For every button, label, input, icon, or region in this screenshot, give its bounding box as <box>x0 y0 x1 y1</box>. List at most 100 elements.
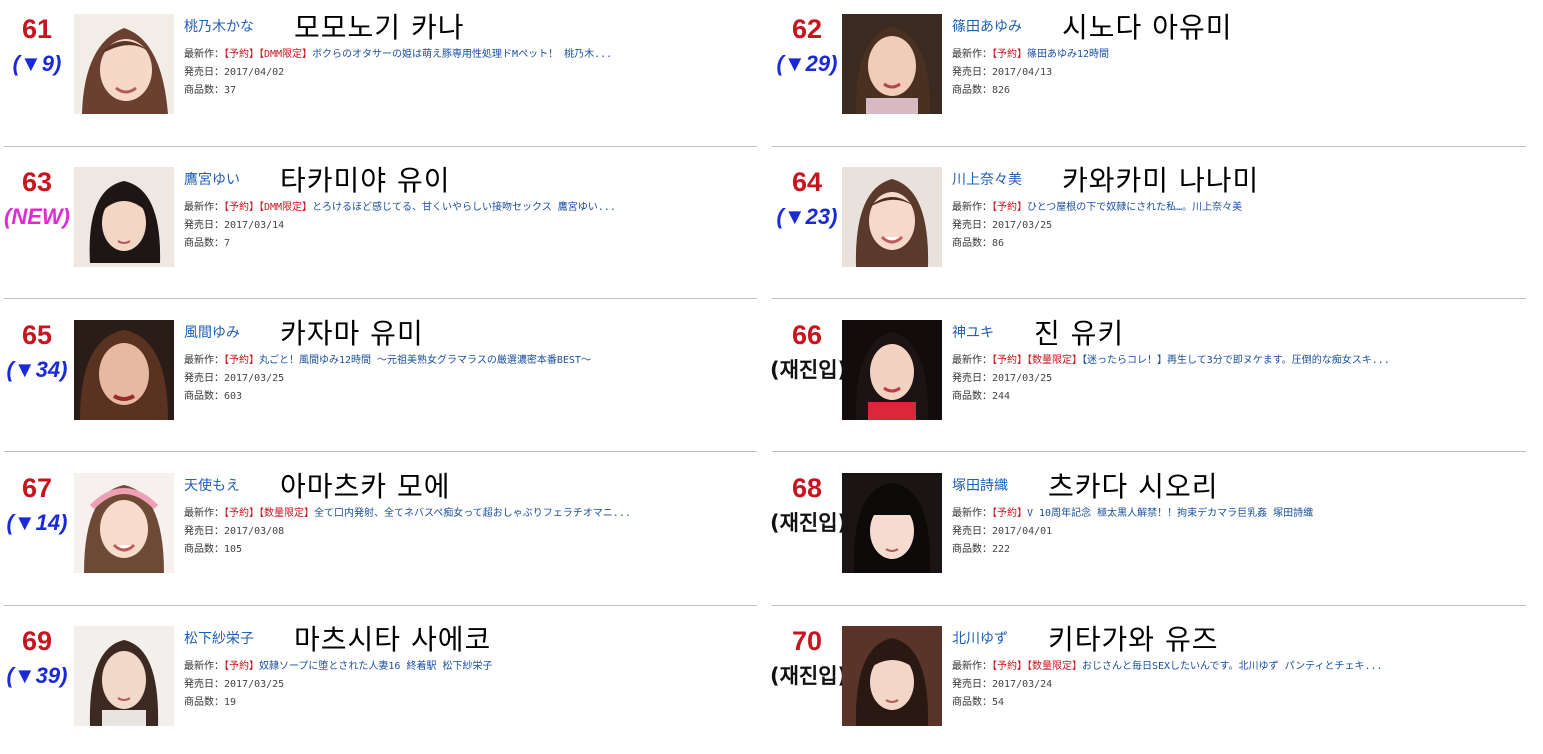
actress-jp-name-link[interactable]: 川上奈々美 <box>952 169 1022 189</box>
release-label: 発売日： <box>952 526 992 537</box>
release-date: 2017/03/14 <box>224 220 285 231</box>
entry-info: 神ユキ 진 유키 最新作：【予約】【数量限定】【迷ったらコレ！】再生して3分で即… <box>952 312 1390 406</box>
count-label: 商品数： <box>952 697 992 708</box>
product-count: 105 <box>224 544 243 555</box>
rank-movement: (▼39) <box>6 663 68 688</box>
work-tags[interactable]: 【予約】【数量限定】 <box>992 661 1082 672</box>
actress-photo[interactable] <box>74 473 174 573</box>
release-label: 発売日： <box>184 67 224 78</box>
actress-jp-name-link[interactable]: 風間ゆみ <box>184 322 240 342</box>
latest-label: 最新作： <box>952 355 992 366</box>
rank-number: 70 <box>791 626 823 656</box>
count-label: 商品数： <box>952 85 992 96</box>
actress-jp-name-link[interactable]: 松下紗栄子 <box>184 628 254 648</box>
latest-work-link[interactable]: ボクらのオタサーの姫は萌え豚専用性処理ドMペット！ 桃乃木... <box>312 49 612 60</box>
actress-kr-name: 마츠시타 사에코 <box>294 623 492 656</box>
actress-photo[interactable] <box>74 167 174 267</box>
row-divider <box>772 146 1526 147</box>
rank-column: 64 (▼23) <box>770 165 844 232</box>
ranking-entry-66: 66 (재진입) 神ユキ 진 유키 最新作：【予約】【数量限定】【迷ったらコレ！… <box>770 306 1527 420</box>
product-count: 826 <box>992 85 1011 96</box>
actress-kr-name: 츠카다 시오리 <box>1048 470 1219 503</box>
actress-jp-name-link[interactable]: 桃乃木かな <box>184 16 254 36</box>
latest-work-link[interactable]: 篠田あゆみ12時間 <box>1027 49 1109 60</box>
actress-photo[interactable] <box>74 320 174 420</box>
actress-kr-name: 시노다 아유미 <box>1062 11 1233 44</box>
ranking-entry-63: 63 (NEW) 鷹宮ゆい 타카미야 유이 最新作：【予約】【DMM限定】とろけ… <box>0 153 757 267</box>
actress-photo[interactable] <box>74 626 174 726</box>
work-tags[interactable]: 【予約】 <box>224 355 259 366</box>
actress-jp-name-link[interactable]: 天使もえ <box>184 475 240 495</box>
product-count: 86 <box>992 238 1005 249</box>
ranking-entry-67: 67 (▼14) 天使もえ 아마츠카 모에 最新作：【予約】【数量限定】全て口内… <box>0 459 757 573</box>
product-count: 19 <box>224 697 237 708</box>
release-label: 発売日： <box>184 679 224 690</box>
rank-movement: (재진입) <box>770 511 848 535</box>
actress-photo[interactable] <box>842 320 942 420</box>
latest-work-link[interactable]: とろけるほど感じてる、甘くいやらしい接吻セックス 鷹宮ゆい... <box>312 202 616 213</box>
work-tags[interactable]: 【予約】【DMM限定】 <box>224 202 312 213</box>
actress-kr-name: 진 유키 <box>1034 317 1125 350</box>
actress-photo[interactable] <box>74 14 174 114</box>
release-label: 発売日： <box>184 373 224 384</box>
actress-jp-name-link[interactable]: 篠田あゆみ <box>952 16 1022 36</box>
work-tags[interactable]: 【予約】【数量限定】 <box>992 355 1082 366</box>
rank-column: 63 (NEW) <box>0 165 74 232</box>
product-count: 7 <box>224 238 231 249</box>
ranking-entry-70: 70 (재진입) 北川ゆず 키타가와 유즈 最新作：【予約】【数量限定】おじさん… <box>770 612 1527 726</box>
ranking-entry-68: 68 (재진입) 塚田詩織 츠카다 시오리 最新作：【予約】V 10周年記念 極… <box>770 459 1527 573</box>
actress-jp-name-link[interactable]: 北川ゆず <box>952 628 1008 648</box>
release-date: 2017/04/01 <box>992 526 1053 537</box>
count-label: 商品数： <box>952 238 992 249</box>
work-tags[interactable]: 【予約】 <box>992 508 1027 519</box>
work-tags[interactable]: 【予約】【DMM限定】 <box>224 49 312 60</box>
release-date: 2017/03/08 <box>224 526 285 537</box>
rank-movement: (재진입) <box>770 664 848 688</box>
actress-jp-name-link[interactable]: 塚田詩織 <box>952 475 1008 495</box>
actress-kr-name: 아마츠카 모에 <box>280 470 451 503</box>
actress-jp-name-link[interactable]: 鷹宮ゆい <box>184 169 240 189</box>
latest-work-link[interactable]: 【迷ったらコレ！】再生して3分で即ヌケます。圧倒的な痴女スキ... <box>1082 355 1390 366</box>
actress-photo[interactable] <box>842 473 942 573</box>
release-date: 2017/04/13 <box>992 67 1053 78</box>
rank-movement: (NEW) <box>4 204 70 229</box>
count-label: 商品数： <box>952 391 992 402</box>
rank-column: 68 (재진입) <box>770 471 848 538</box>
product-count: 54 <box>992 697 1005 708</box>
row-divider <box>772 298 1526 299</box>
release-date: 2017/03/25 <box>224 679 285 690</box>
work-tags[interactable]: 【予約】 <box>992 49 1027 60</box>
latest-work-link[interactable]: 全て口内発射、全てネバスペ痴女って超おしゃぶりフェラチオマニ... <box>314 508 631 519</box>
rank-number: 62 <box>791 14 823 44</box>
work-tags[interactable]: 【予約】【数量限定】 <box>224 508 314 519</box>
rank-column: 70 (재진입) <box>770 624 848 691</box>
release-label: 発売日： <box>952 67 992 78</box>
release-date: 2017/03/25 <box>992 373 1053 384</box>
latest-work-link[interactable]: 丸ごと！風間ゆみ12時間 ～元祖美熟女グラマラスの厳選濃密本番BEST～ <box>259 355 591 366</box>
latest-label: 最新作： <box>184 202 224 213</box>
actress-photo[interactable] <box>842 167 942 267</box>
entry-info: 天使もえ 아마츠카 모에 最新作：【予約】【数量限定】全て口内発射、全てネバスペ… <box>184 465 631 559</box>
rank-column: 62 (▼29) <box>770 12 844 79</box>
actress-kr-name: 카자마 유미 <box>280 317 424 350</box>
count-label: 商品数： <box>184 85 224 96</box>
latest-work-link[interactable]: 奴隷ソープに堕とされた人妻16 終着駅 松下紗栄子 <box>259 661 492 672</box>
rank-movement: (▼34) <box>6 357 68 382</box>
count-label: 商品数： <box>952 544 992 555</box>
work-tags[interactable]: 【予約】 <box>992 202 1027 213</box>
actress-photo[interactable] <box>842 14 942 114</box>
work-tags[interactable]: 【予約】 <box>224 661 259 672</box>
entry-info: 桃乃木かな 모모노기 카나 最新作：【予約】【DMM限定】ボクらのオタサーの姫は… <box>184 6 612 100</box>
rank-number: 65 <box>21 320 53 350</box>
ranking-entry-64: 64 (▼23) 川上奈々美 카와카미 나나미 最新作：【予約】ひとつ屋根の下で… <box>770 153 1527 267</box>
ranking-entry-62: 62 (▼29) 篠田あゆみ 시노다 아유미 最新作：【予約】篠田あゆみ12時間… <box>770 0 1527 114</box>
latest-work-link[interactable]: おじさんと毎日SEXしたいんです。北川ゆず パンティとチェキ... <box>1082 661 1383 672</box>
latest-work-link[interactable]: ひとつ屋根の下で奴隷にされた私…。川上奈々美 <box>1027 202 1242 213</box>
actress-photo[interactable] <box>842 626 942 726</box>
latest-label: 最新作： <box>184 49 224 60</box>
entry-info: 篠田あゆみ 시노다 아유미 最新作：【予約】篠田あゆみ12時間 発売日：2017… <box>952 6 1232 100</box>
latest-label: 最新作： <box>952 661 992 672</box>
latest-work-link[interactable]: V 10周年記念 極太黒人解禁！！拘束デカマラ巨乳姦 塚田詩織 <box>1027 508 1313 519</box>
actress-jp-name-link[interactable]: 神ユキ <box>952 322 994 342</box>
latest-label: 最新作： <box>184 355 224 366</box>
